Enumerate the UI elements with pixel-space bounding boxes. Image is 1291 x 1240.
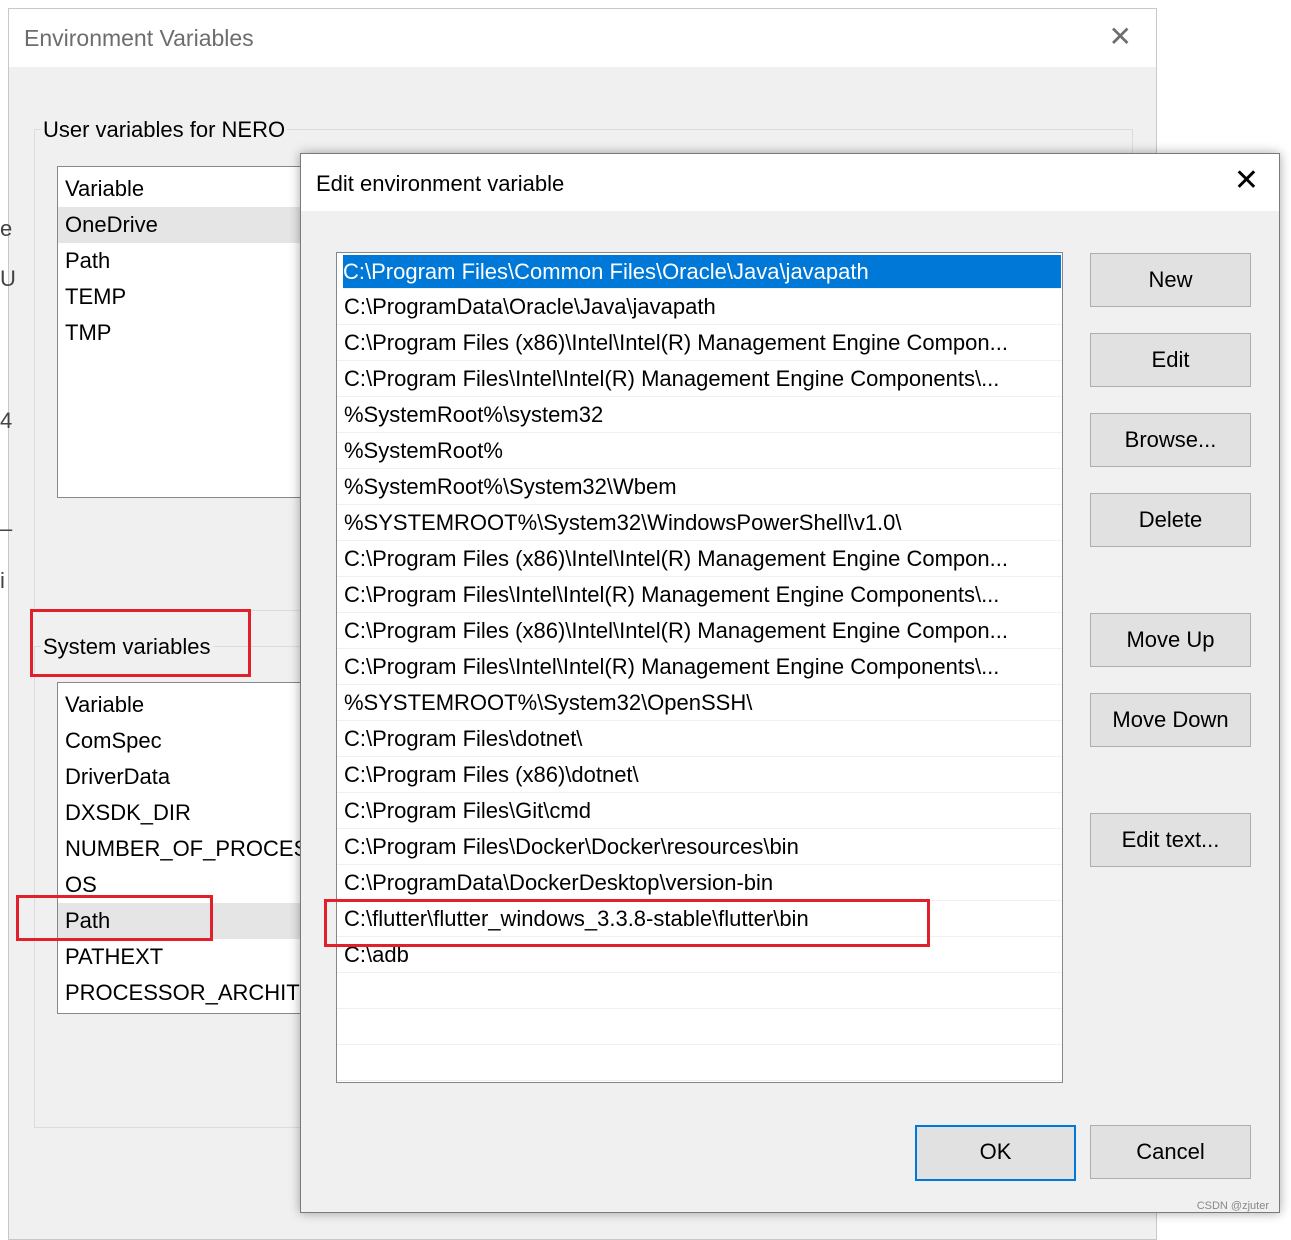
system-variable-row[interactable]: NUMBER_OF_PROCESS xyxy=(58,831,318,867)
path-entry[interactable]: C:\Program Files\Intel\Intel(R) Manageme… xyxy=(337,649,1062,685)
path-entry[interactable]: C:\Program Files\Common Files\Oracle\Jav… xyxy=(343,255,1061,289)
cancel-button[interactable]: Cancel xyxy=(1090,1125,1251,1179)
path-entry[interactable]: C:\ProgramData\Oracle\Java\javapath xyxy=(337,289,1062,325)
edit-titlebar: Edit environment variable ✕ xyxy=(301,154,1279,211)
close-icon[interactable]: ✕ xyxy=(1234,166,1259,196)
edit-text-button[interactable]: Edit text... xyxy=(1090,813,1251,867)
path-entry[interactable]: %SystemRoot%\System32\Wbem xyxy=(337,469,1062,505)
path-entry[interactable]: C:\Program Files (x86)\Intel\Intel(R) Ma… xyxy=(337,613,1062,649)
edit-environment-variable-dialog: Edit environment variable ✕ C:\Program F… xyxy=(300,153,1280,1213)
edit-dialog-title: Edit environment variable xyxy=(316,171,565,196)
path-entry[interactable]: C:\adb xyxy=(337,937,1062,973)
path-entry[interactable]: C:\Program Files (x86)\Intel\Intel(R) Ma… xyxy=(337,541,1062,577)
path-entry[interactable]: C:\Program Files\Intel\Intel(R) Manageme… xyxy=(337,361,1062,397)
path-entry[interactable]: %SYSTEMROOT%\System32\OpenSSH\ xyxy=(337,685,1062,721)
system-variable-row-path[interactable]: Path xyxy=(58,903,318,939)
offscreen-window-glyph: e xyxy=(0,216,13,241)
path-entry[interactable]: C:\Program Files (x86)\Intel\Intel(R) Ma… xyxy=(337,325,1062,361)
browse-button[interactable]: Browse... xyxy=(1090,413,1251,467)
path-entry-empty[interactable] xyxy=(337,1045,1062,1081)
watermark: CSDN @zjuter xyxy=(1196,1200,1269,1212)
path-entry[interactable]: C:\Program Files (x86)\dotnet\ xyxy=(337,757,1062,793)
offscreen-window-glyph: – xyxy=(0,516,13,541)
system-variable-row[interactable]: OS xyxy=(58,867,318,903)
move-down-button[interactable]: Move Down xyxy=(1090,693,1251,747)
system-variable-row[interactable]: ComSpec xyxy=(58,723,318,759)
path-entry[interactable]: %SYSTEMROOT%\System32\WindowsPowerShell\… xyxy=(337,505,1062,541)
system-variable-row[interactable]: DriverData xyxy=(58,759,318,795)
env-titlebar: Environment Variables ✕ xyxy=(9,9,1156,67)
path-entry[interactable]: C:\ProgramData\DockerDesktop\version-bin xyxy=(337,865,1062,901)
offscreen-window-glyph: 4 xyxy=(0,408,13,433)
env-window-title: Environment Variables xyxy=(24,25,254,51)
path-entries-list[interactable]: C:\Program Files\Common Files\Oracle\Jav… xyxy=(336,252,1063,1083)
path-entry[interactable]: %SystemRoot% xyxy=(337,433,1062,469)
user-variable-row[interactable]: TEMP xyxy=(58,279,318,315)
path-entry-flutter[interactable]: C:\flutter\flutter_windows_3.3.8-stable\… xyxy=(337,901,1062,937)
offscreen-window-glyph: U xyxy=(0,266,16,291)
user-variables-label: User variables for NERO xyxy=(41,117,288,143)
ok-button[interactable]: OK xyxy=(915,1125,1076,1181)
user-variables-list[interactable]: Variable OneDrive Path TEMP TMP xyxy=(57,166,319,498)
system-variable-row[interactable]: DXSDK_DIR xyxy=(58,795,318,831)
user-variable-header[interactable]: Variable xyxy=(58,171,318,207)
system-variables-label: System variables xyxy=(41,634,213,660)
path-entry[interactable]: %SystemRoot%\system32 xyxy=(337,397,1062,433)
path-entry[interactable]: C:\Program Files\Intel\Intel(R) Manageme… xyxy=(337,577,1062,613)
system-variable-header[interactable]: Variable xyxy=(58,687,318,723)
system-variable-row[interactable]: PROCESSOR_ARCHITEC xyxy=(58,975,318,1011)
system-variables-list[interactable]: Variable ComSpec DriverData DXSDK_DIR NU… xyxy=(57,682,319,1014)
user-variable-row[interactable]: Path xyxy=(58,243,318,279)
user-variable-row[interactable]: OneDrive xyxy=(58,207,318,243)
edit-button[interactable]: Edit xyxy=(1090,333,1251,387)
offscreen-window-glyph: i xyxy=(0,568,5,593)
path-entry[interactable]: C:\Program Files\Docker\Docker\resources… xyxy=(337,829,1062,865)
delete-button[interactable]: Delete xyxy=(1090,493,1251,547)
path-entry-empty[interactable] xyxy=(337,1009,1062,1045)
new-button[interactable]: New xyxy=(1090,253,1251,307)
path-entry[interactable]: C:\Program Files\dotnet\ xyxy=(337,721,1062,757)
move-up-button[interactable]: Move Up xyxy=(1090,613,1251,667)
path-entry-empty[interactable] xyxy=(337,973,1062,1009)
path-entry[interactable]: C:\Program Files\Git\cmd xyxy=(337,793,1062,829)
user-variable-row[interactable]: TMP xyxy=(58,315,318,351)
env-close-icon[interactable]: ✕ xyxy=(1109,23,1132,51)
system-variable-row[interactable]: PATHEXT xyxy=(58,939,318,975)
